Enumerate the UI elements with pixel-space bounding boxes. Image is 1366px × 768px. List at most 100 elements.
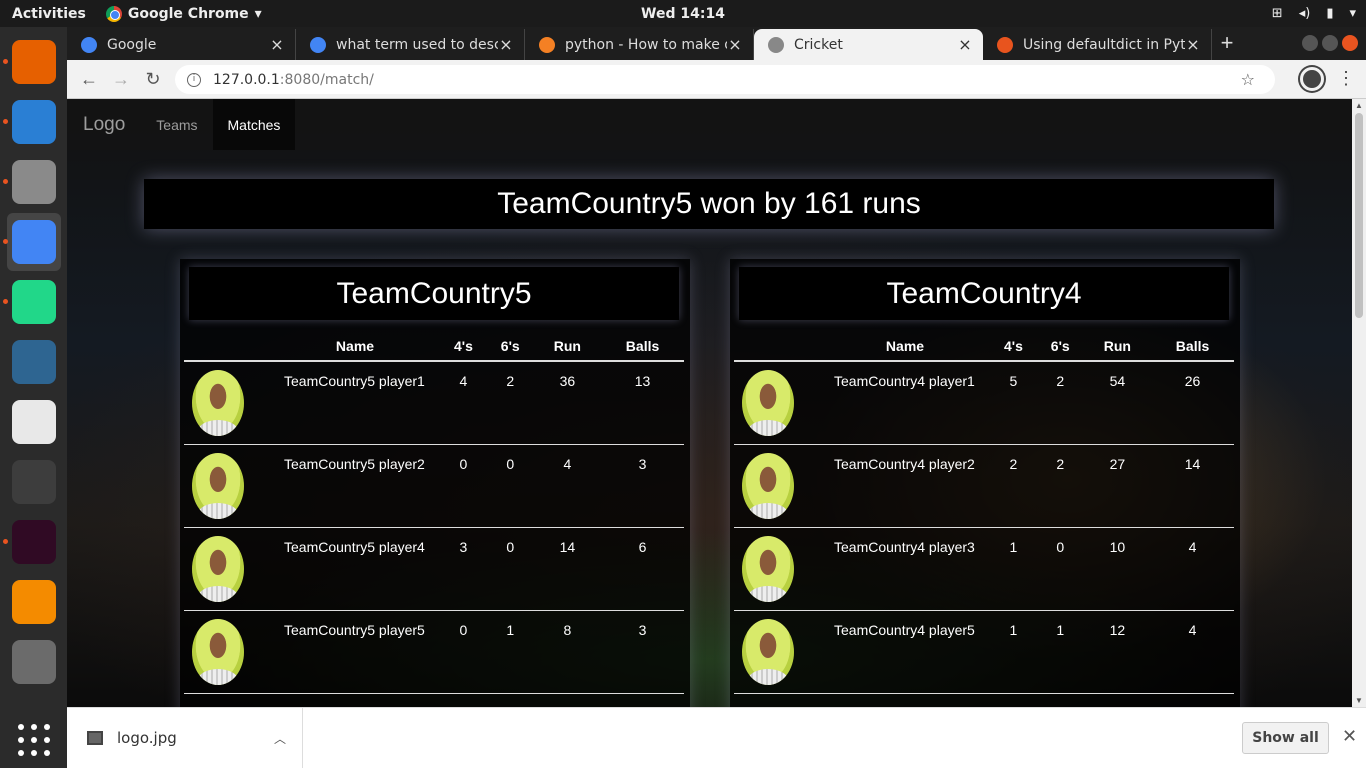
table-header-row: Name 4's 6's Run Balls — [734, 331, 1234, 362]
browser-tab[interactable]: Google × — [67, 29, 296, 60]
player-sixes: 2 — [486, 361, 534, 445]
player-sixes: 0 — [486, 444, 534, 528]
tab-close-icon[interactable]: × — [727, 35, 743, 54]
favicon-icon — [997, 36, 1013, 53]
scorecard-table: Name 4's 6's Run Balls TeamCountry4 play… — [734, 331, 1234, 694]
terminal-icon — [11, 520, 56, 564]
battery-icon: ▮ — [1326, 6, 1334, 21]
browser-toolbar: ← → ↻ i 127.0.0.1:8080/match/ ☆ ⋮ — [67, 60, 1366, 99]
col-photo — [734, 331, 820, 362]
system-tray[interactable]: ⊞ ◂) ▮ ▾ — [1272, 6, 1356, 21]
col-name: Name — [820, 331, 990, 362]
col-photo — [184, 331, 270, 362]
site-navbar: Logo Teams Matches — [67, 99, 1352, 150]
favicon-icon — [539, 36, 555, 53]
clock[interactable]: Wed 14:14 — [641, 6, 725, 22]
browser-tab[interactable]: Cricket × — [754, 29, 983, 60]
player-runs: 8 — [533, 610, 602, 694]
dock-item-vlc[interactable] — [7, 573, 61, 631]
col-balls: Balls — [601, 331, 684, 362]
player-avatar — [192, 618, 244, 685]
table-row: TeamCountry4 player3 1 0 10 4 — [734, 527, 1234, 611]
col-name: Name — [270, 331, 440, 362]
image-file-icon — [87, 731, 103, 745]
player-name: TeamCountry5 player4 — [270, 527, 440, 611]
dock-item-pycharm[interactable] — [2, 273, 61, 331]
team-panel: TeamCountry5 Name 4's 6's Run Balls Team… — [180, 259, 690, 707]
activities-button[interactable]: Activities — [0, 6, 98, 22]
new-tab-button[interactable]: + — [1212, 29, 1242, 60]
player-fours: 0 — [440, 444, 487, 528]
page-scrollbar[interactable]: ▲ ▼ — [1352, 99, 1366, 707]
player-name: TeamCountry4 player3 — [820, 527, 990, 611]
thunderbird-icon — [11, 100, 56, 144]
team-panel: TeamCountry4 Name 4's 6's Run Balls Team… — [730, 259, 1240, 707]
maximize-button[interactable] — [1322, 35, 1338, 51]
bookmark-star-icon[interactable]: ☆ — [1241, 70, 1255, 89]
dock-item-files[interactable] — [2, 153, 61, 211]
dock-item-terminal[interactable] — [2, 513, 61, 571]
download-item[interactable]: logo.jpg ︿ — [67, 707, 303, 768]
scroll-down-icon[interactable]: ▼ — [1355, 696, 1363, 705]
site-logo[interactable]: Logo — [67, 99, 141, 150]
player-name: TeamCountry5 player5 — [270, 610, 440, 694]
sublime-text-icon — [11, 460, 56, 504]
minimize-button[interactable] — [1302, 35, 1318, 51]
close-icon[interactable]: ✕ — [1342, 726, 1357, 747]
col-balls: Balls — [1151, 331, 1234, 362]
player-runs: 36 — [533, 361, 602, 445]
page-viewport: Logo Teams Matches TeamCountry5 won by 1… — [67, 99, 1352, 707]
browser-tab[interactable]: what term used to desc × — [296, 29, 525, 60]
team-title: TeamCountry4 — [739, 267, 1229, 320]
dock-item-firefox[interactable] — [2, 33, 61, 91]
browser-tab[interactable]: python - How to make di × — [525, 29, 754, 60]
volume-icon: ◂) — [1298, 6, 1311, 21]
table-header-row: Name 4's 6's Run Balls — [184, 331, 684, 362]
tab-close-icon[interactable]: × — [1185, 35, 1201, 54]
show-all-button[interactable]: Show all — [1242, 722, 1329, 754]
tab-close-icon[interactable]: × — [498, 35, 514, 54]
profile-avatar-icon[interactable] — [1300, 67, 1324, 91]
dock-item-mysql-workbench[interactable] — [7, 333, 61, 391]
dock-item-sublime-text[interactable] — [7, 453, 61, 511]
url-path: :8080/match/ — [279, 71, 374, 88]
nav-teams[interactable]: Teams — [141, 99, 212, 150]
player-runs: 27 — [1083, 444, 1152, 528]
dock-item-evince[interactable] — [7, 393, 61, 451]
scroll-thumb[interactable] — [1355, 113, 1363, 318]
info-icon[interactable]: i — [187, 72, 201, 87]
forward-arrow-icon[interactable]: → — [105, 69, 137, 90]
app-menu[interactable]: Google Chrome ▾ — [105, 5, 262, 22]
running-indicator — [2, 179, 8, 184]
menu-kebab-icon[interactable]: ⋮ — [1337, 68, 1355, 89]
chevron-up-icon[interactable]: ︿ — [274, 730, 286, 747]
player-runs: 14 — [533, 527, 602, 611]
reload-icon[interactable]: ↻ — [137, 69, 169, 90]
table-row: TeamCountry4 player5 1 1 12 4 — [734, 610, 1234, 694]
nav-matches[interactable]: Matches — [212, 99, 296, 150]
dock-item-text-editor[interactable] — [7, 633, 61, 691]
dock-item-thunderbird[interactable] — [2, 93, 61, 151]
col-fours: 4's — [440, 331, 487, 362]
back-arrow-icon[interactable]: ← — [73, 69, 105, 90]
tab-close-icon[interactable]: × — [269, 35, 285, 54]
player-name: TeamCountry5 player1 — [270, 361, 440, 445]
tab-close-icon[interactable]: × — [957, 35, 973, 54]
tab-title: Google — [107, 36, 157, 53]
table-row: TeamCountry4 player1 5 2 54 26 — [734, 361, 1234, 445]
close-window-button[interactable] — [1342, 35, 1358, 51]
gnome-top-bar: Activities Google Chrome ▾ Wed 14:14 ⊞ ◂… — [0, 0, 1366, 27]
scroll-up-icon[interactable]: ▲ — [1355, 101, 1363, 110]
player-sixes: 2 — [1036, 444, 1084, 528]
address-bar[interactable]: i 127.0.0.1:8080/match/ ☆ — [175, 65, 1275, 94]
col-runs: Run — [533, 331, 602, 362]
chrome-icon — [105, 5, 122, 22]
col-sixes: 6's — [486, 331, 534, 362]
match-result-banner: TeamCountry5 won by 161 runs — [144, 179, 1274, 229]
player-fours: 2 — [990, 444, 1037, 528]
dock-item-chrome[interactable] — [2, 213, 61, 271]
show-applications-icon[interactable] — [18, 724, 50, 756]
player-balls: 13 — [601, 361, 684, 445]
browser-tab[interactable]: Using defaultdict in Pyt × — [983, 29, 1212, 60]
player-avatar — [742, 535, 794, 602]
